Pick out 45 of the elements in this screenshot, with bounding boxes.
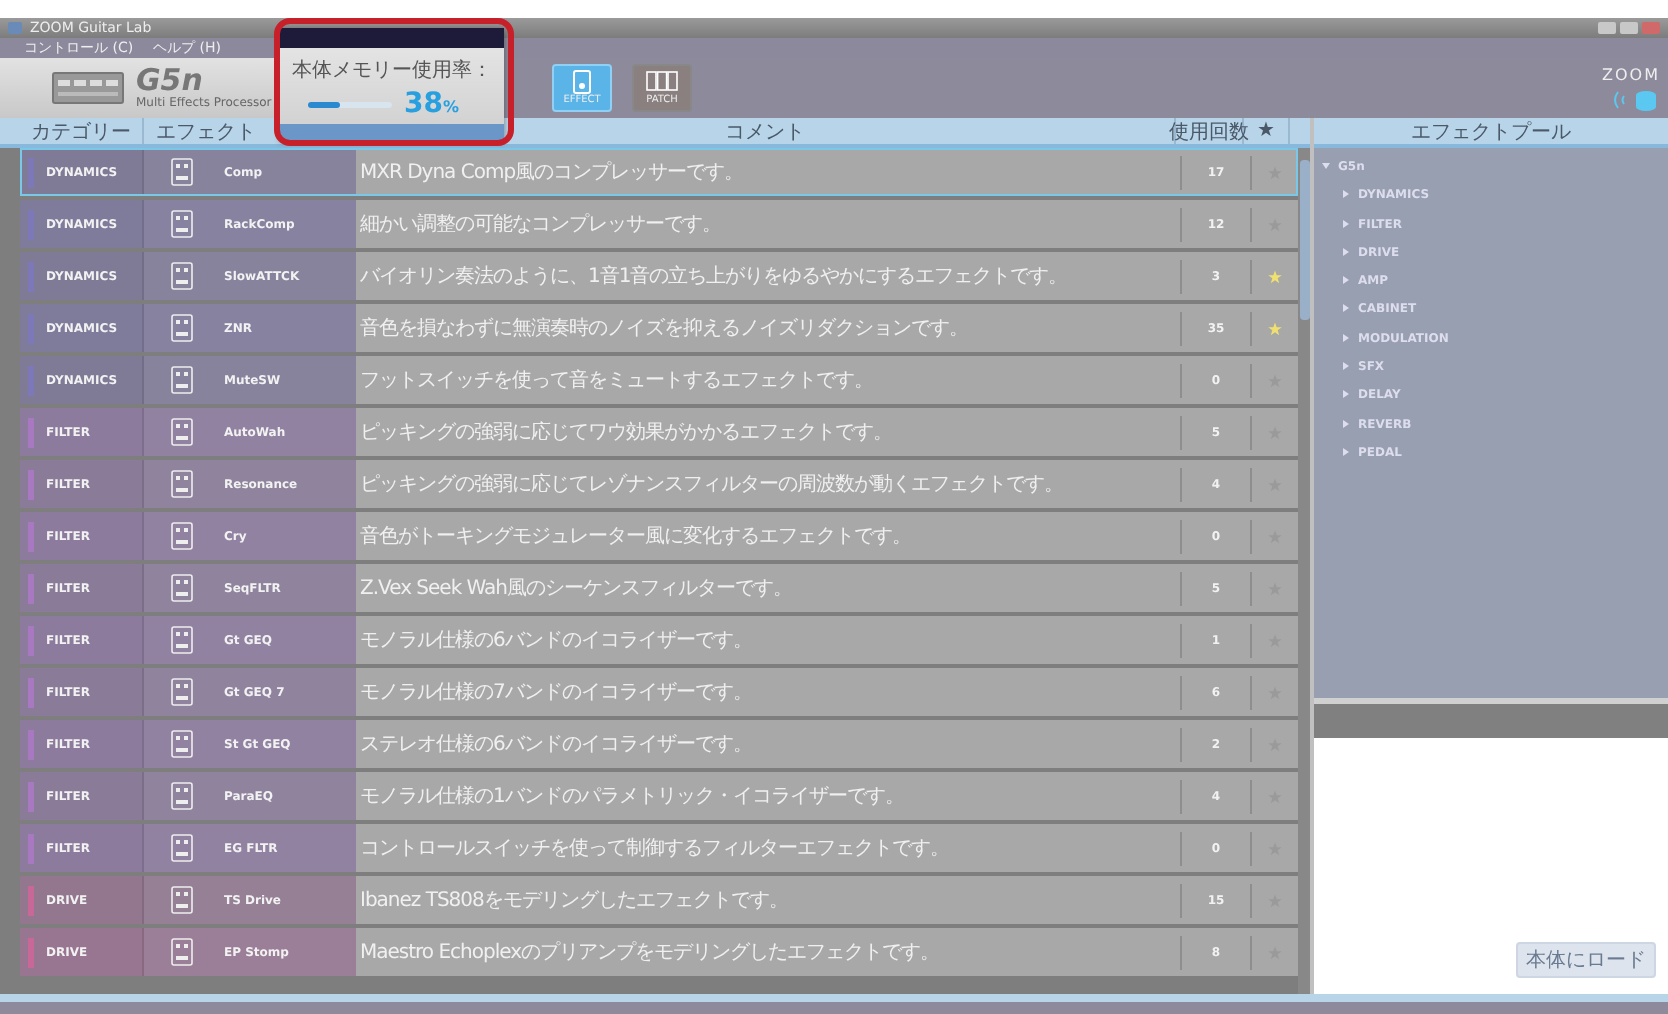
close-button[interactable]: [1642, 22, 1660, 34]
effect-comment: Ibanez TS808をモデリングしたエフェクトです。: [358, 888, 790, 914]
column-header[interactable]: カテゴリー: [20, 118, 144, 144]
effect-comment: ステレオ仕様の6バンドのイコライザーです。: [358, 731, 754, 758]
minimize-button[interactable]: [1598, 22, 1616, 34]
memory-label: 本体メモリー使用率：: [290, 57, 494, 84]
memory-meter: [308, 101, 392, 107]
effect-comment: 音色を損なわずに無演奏時のノイズを抑えるノイズリダクションです。: [358, 315, 970, 342]
app-icon: [8, 22, 22, 34]
load-button[interactable]: 本体にロード: [1516, 942, 1656, 978]
collapsed-triangle-icon[interactable]: [1342, 447, 1350, 456]
panel-title: エフェクトプール: [1314, 118, 1668, 148]
expanded-triangle-icon[interactable]: [1322, 162, 1330, 170]
effect-comment: 音色がトーキングモジュレーター風に変化するエフェクトです。: [358, 523, 913, 550]
collapsed-triangle-icon[interactable]: [1342, 333, 1350, 342]
model-name: G5n: [136, 66, 203, 96]
effect-comment: 細かい調整の可能なコンプレッサーです。: [358, 211, 723, 238]
collapsed-triangle-icon[interactable]: [1342, 304, 1350, 313]
effect-comment: MXR Dyna Comp風のコンプレッサーです。: [358, 159, 746, 186]
effect-comment: フットスイッチを使って音をミュートするエフェクトです。: [358, 367, 875, 394]
collapsed-triangle-icon[interactable]: [1342, 219, 1350, 228]
effect-comment: Maestro Echoplexのプリアンプをモデリングしたエフェクトです。: [358, 939, 942, 966]
memory-reading: 38%: [404, 88, 459, 120]
star-icon[interactable]: [1268, 321, 1282, 335]
effect-comment: モノラル仕様の1バンドのパラメトリック・イコライザーです。: [358, 783, 906, 810]
collapsed-triangle-icon[interactable]: [1342, 190, 1350, 199]
collapsed-triangle-icon[interactable]: [1342, 247, 1350, 256]
effect-comment: モノラル仕様の6バンドのイコライザーです。: [358, 627, 754, 654]
collapsed-triangle-icon[interactable]: [1342, 362, 1350, 371]
scrollbar[interactable]: [1298, 148, 1310, 994]
effect-comment: コントロールスイッチを使って制御するフィルターエフェクトです。: [358, 835, 951, 862]
effect-comment: バイオリン奏法のように、1音1音の立ち上がりをゆるやかにするエフェクトです。: [358, 263, 1070, 290]
maximize-button[interactable]: [1620, 22, 1638, 34]
device-icon: [52, 72, 124, 104]
effect-comment: ピッキングの強弱に応じてレゾナンスフィルターの周波数が動くエフェクトです。: [358, 471, 1065, 498]
brand-logo: ZOOM: [1602, 65, 1660, 83]
collapsed-triangle-icon[interactable]: [1342, 419, 1350, 428]
effect-comment: ピッキングの強弱に応じてワウ効果がかかるエフェクトです。: [358, 419, 894, 446]
effect-comment: Z.Vex Seek Wah風のシーケンスフィルターです。: [358, 576, 795, 602]
collapsed-triangle-icon[interactable]: [1342, 276, 1350, 285]
connection-icon: [1612, 87, 1660, 111]
effect-comment: モノラル仕様の7バンドのイコライザーです。: [358, 679, 754, 706]
pedals-icon: [646, 70, 678, 94]
star-icon[interactable]: [1268, 269, 1282, 283]
collapsed-triangle-icon[interactable]: [1342, 390, 1350, 399]
